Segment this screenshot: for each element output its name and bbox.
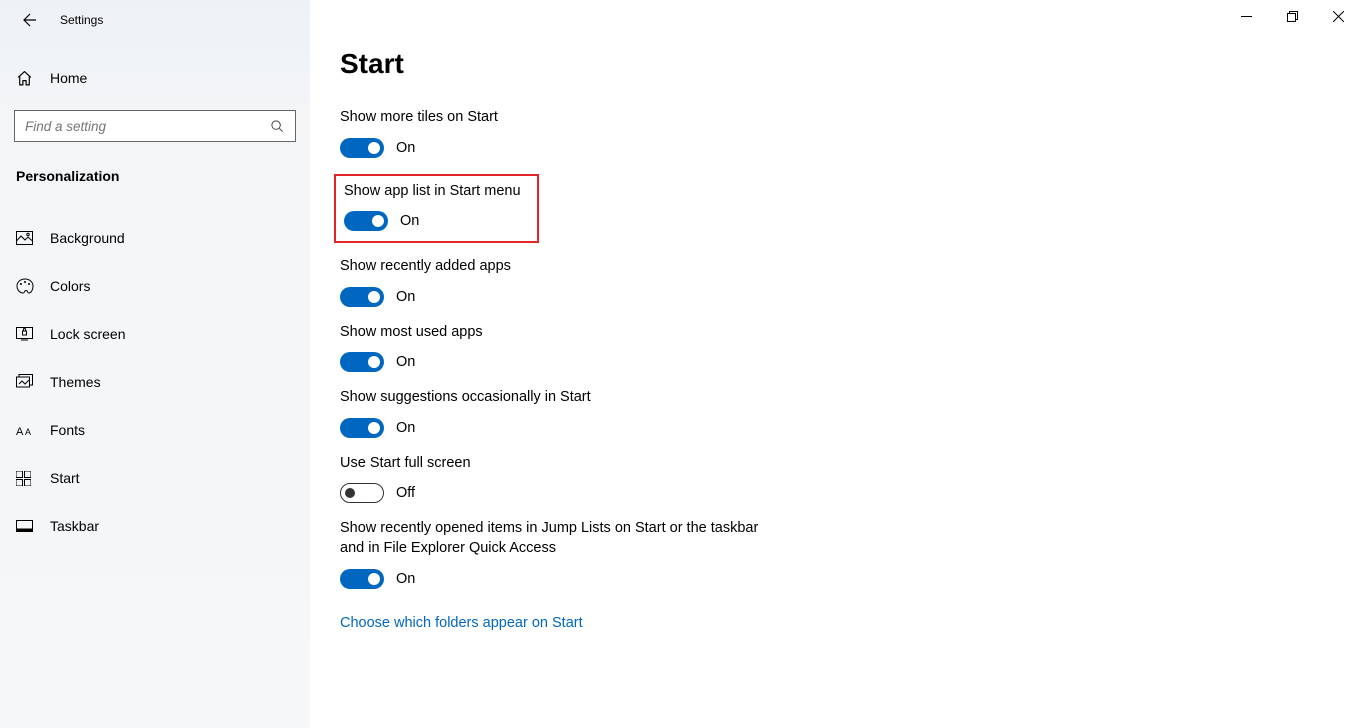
- toggle-suggestions[interactable]: [340, 418, 384, 438]
- palette-icon: [16, 278, 36, 294]
- toggle-most-used[interactable]: [340, 352, 384, 372]
- taskbar-icon: [16, 520, 36, 532]
- sidebar-item-label: Start: [50, 470, 80, 486]
- window-controls: [1223, 0, 1361, 32]
- themes-icon: [16, 374, 36, 390]
- sidebar-item-label: Themes: [50, 374, 101, 390]
- search-container: [14, 110, 296, 142]
- setting-label: Use Start full screen: [340, 454, 1060, 474]
- setting-jump-lists: Show recently opened items in Jump Lists…: [340, 519, 1060, 588]
- setting-label: Show more tiles on Start: [340, 108, 1060, 128]
- sidebar-item-label: Background: [50, 230, 125, 246]
- sidebar-item-label: Lock screen: [50, 326, 125, 342]
- setting-label: Show recently opened items in Jump Lists…: [340, 519, 785, 558]
- toggle-jump-lists[interactable]: [340, 569, 384, 589]
- setting-recently-added: Show recently added apps On: [340, 257, 1060, 307]
- minimize-button[interactable]: [1223, 0, 1269, 32]
- lock-screen-icon: [16, 327, 36, 341]
- close-button[interactable]: [1315, 0, 1361, 32]
- toggle-state: On: [396, 571, 415, 587]
- minimize-icon: [1241, 11, 1252, 22]
- sidebar-item-label: Colors: [50, 278, 90, 294]
- start-icon: [16, 471, 36, 486]
- toggle-state: On: [396, 354, 415, 370]
- svg-text:A: A: [25, 427, 31, 437]
- highlight-annotation: Show app list in Start menu On: [334, 174, 539, 244]
- toggle-state: On: [396, 289, 415, 305]
- sidebar-item-fonts[interactable]: AA Fonts: [0, 406, 310, 454]
- close-icon: [1333, 11, 1344, 22]
- arrow-left-icon: [22, 12, 38, 28]
- toggle-show-app-list[interactable]: [344, 211, 388, 231]
- sidebar-item-taskbar[interactable]: Taskbar: [0, 502, 310, 550]
- sidebar-item-label: Fonts: [50, 422, 85, 438]
- setting-label: Show recently added apps: [340, 257, 1060, 277]
- toggle-full-screen[interactable]: [340, 483, 384, 503]
- toggle-state: Off: [396, 485, 415, 501]
- maximize-icon: [1287, 11, 1298, 22]
- titlebar: Settings: [0, 0, 310, 40]
- sidebar-item-start[interactable]: Start: [0, 454, 310, 502]
- sidebar-item-background[interactable]: Background: [0, 214, 310, 262]
- search-icon: [269, 118, 285, 134]
- choose-folders-link[interactable]: Choose which folders appear on Start: [340, 615, 583, 631]
- svg-text:A: A: [16, 426, 24, 437]
- sidebar-home[interactable]: Home: [0, 58, 310, 98]
- image-icon: [16, 231, 36, 245]
- main-content: Start Show more tiles on Start On Show a…: [310, 0, 1361, 728]
- toggle-state: On: [400, 213, 419, 229]
- settings-column: Start Show more tiles on Start On Show a…: [340, 48, 1060, 728]
- sidebar-item-themes[interactable]: Themes: [0, 358, 310, 406]
- setting-label: Show app list in Start menu: [344, 182, 527, 202]
- sidebar-home-label: Home: [50, 70, 87, 86]
- page-title: Start: [340, 48, 1060, 80]
- toggle-recently-added[interactable]: [340, 287, 384, 307]
- setting-label: Show suggestions occasionally in Start: [340, 388, 1060, 408]
- setting-label: Show most used apps: [340, 323, 1060, 343]
- sidebar-item-colors[interactable]: Colors: [0, 262, 310, 310]
- search-box[interactable]: [14, 110, 296, 142]
- sidebar-item-label: Taskbar: [50, 518, 99, 534]
- home-icon: [16, 70, 36, 87]
- toggle-show-more-tiles[interactable]: [340, 138, 384, 158]
- app-title: Settings: [60, 13, 103, 27]
- sidebar-category: Personalization: [16, 168, 310, 184]
- fonts-icon: AA: [16, 423, 36, 437]
- setting-suggestions: Show suggestions occasionally in Start O…: [340, 388, 1060, 438]
- setting-full-screen: Use Start full screen Off: [340, 454, 1060, 504]
- toggle-state: On: [396, 420, 415, 436]
- back-button[interactable]: [14, 4, 46, 36]
- maximize-button[interactable]: [1269, 0, 1315, 32]
- setting-show-more-tiles: Show more tiles on Start On: [340, 108, 1060, 158]
- sidebar: Settings Home Personalization Background…: [0, 0, 310, 728]
- sidebar-item-lock-screen[interactable]: Lock screen: [0, 310, 310, 358]
- search-input[interactable]: [25, 119, 269, 134]
- toggle-state: On: [396, 140, 415, 156]
- setting-show-app-list: Show app list in Start menu On: [340, 182, 527, 232]
- setting-most-used: Show most used apps On: [340, 323, 1060, 373]
- sidebar-nav: Background Colors Lock screen Themes AA …: [0, 214, 310, 550]
